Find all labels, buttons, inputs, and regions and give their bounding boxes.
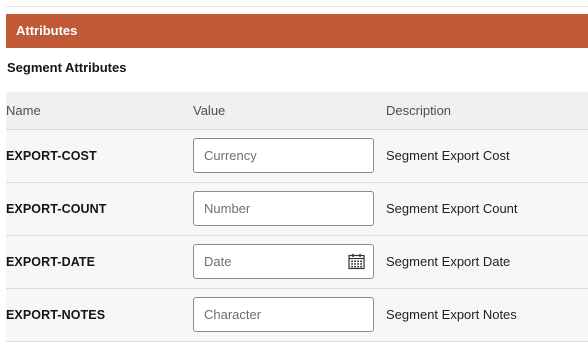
segment-attributes-title: Segment Attributes xyxy=(7,60,127,75)
attribute-name-cell: EXPORT-DATE xyxy=(6,235,193,289)
attribute-value-cell xyxy=(193,182,386,236)
attributes-table: Name Value Description EXPORT-COST Segme… xyxy=(6,92,588,342)
table-row: EXPORT-DATE Date Segment Export Date xyxy=(6,235,588,289)
attribute-value-cell xyxy=(193,235,386,289)
attribute-description: Segment Export Cost xyxy=(386,148,510,163)
attribute-name: EXPORT-DATE xyxy=(6,255,96,269)
table-row: EXPORT-NOTES Segment Export Notes xyxy=(6,288,588,342)
column-header-value-label: Value xyxy=(193,102,226,118)
export-notes-input[interactable] xyxy=(194,298,344,331)
export-date-input-wrapper xyxy=(193,244,374,279)
attribute-name: EXPORT-COST xyxy=(6,149,97,163)
page: Attributes Segment Attributes Name Value… xyxy=(0,0,588,353)
attribute-description-cell: Segment Export Count xyxy=(386,182,588,236)
attribute-description: Segment Export Date xyxy=(386,254,511,269)
attribute-description: Segment Export Notes xyxy=(386,307,517,322)
table-header-row: Name Value Description xyxy=(6,92,588,130)
attribute-name-cell: EXPORT-COUNT xyxy=(6,182,193,236)
table-row: EXPORT-COUNT Segment Export Count xyxy=(6,182,588,236)
table-row: EXPORT-COST Segment Export Cost xyxy=(6,129,588,183)
attribute-value-cell xyxy=(193,129,386,183)
attributes-section-header: Attributes xyxy=(6,14,588,48)
export-date-input[interactable] xyxy=(194,245,344,278)
attribute-name: EXPORT-COUNT xyxy=(6,202,107,216)
export-notes-input-wrapper xyxy=(193,297,374,332)
column-header-name: Name xyxy=(6,92,193,130)
column-header-description: Description xyxy=(386,92,588,130)
section-title: Attributes xyxy=(16,23,78,38)
export-cost-input-wrapper xyxy=(193,138,374,173)
export-count-input[interactable] xyxy=(194,192,344,225)
attribute-name-cell: EXPORT-COST xyxy=(6,129,193,183)
attribute-description-cell: Segment Export Date xyxy=(386,235,588,289)
export-count-input-wrapper xyxy=(193,191,374,226)
attribute-description-cell: Segment Export Notes xyxy=(386,288,588,342)
attribute-value-cell xyxy=(193,288,386,342)
column-header-value: Value xyxy=(193,92,386,130)
attribute-description: Segment Export Count xyxy=(386,201,518,216)
attribute-name-cell: EXPORT-NOTES xyxy=(6,288,193,342)
calendar-icon[interactable] xyxy=(348,253,365,270)
attribute-description-cell: Segment Export Cost xyxy=(386,129,588,183)
top-divider xyxy=(6,6,588,7)
attribute-name: EXPORT-NOTES xyxy=(6,308,106,322)
export-cost-input[interactable] xyxy=(194,139,344,172)
